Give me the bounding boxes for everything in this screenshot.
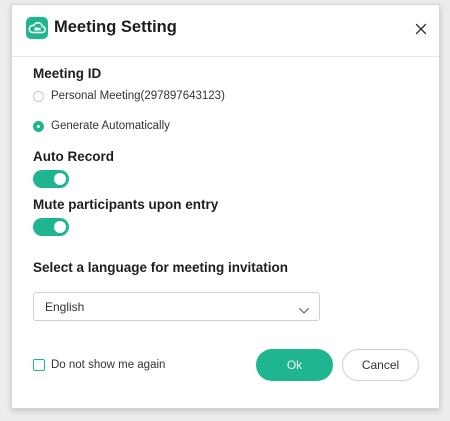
radio-generate-automatically-label: Generate Automatically [51, 120, 170, 132]
mute-on-entry-label: Mute participants upon entry [33, 197, 219, 212]
cloud-camera-icon [26, 17, 48, 39]
dialog-header: Meeting Setting [12, 5, 439, 57]
radio-generate-automatically[interactable]: Generate Automatically [33, 118, 170, 134]
radio-personal-meeting-label: Personal Meeting(297897643123) [51, 90, 225, 102]
dont-show-again-checkbox[interactable] [33, 359, 45, 371]
language-label: Select a language for meeting invitation [33, 260, 289, 275]
language-select[interactable]: English [33, 292, 320, 321]
meeting-setting-dialog: Meeting Setting Meeting ID Personal Meet… [11, 4, 440, 409]
language-selected-value: English [45, 300, 85, 314]
mute-on-entry-toggle[interactable] [33, 218, 69, 236]
dialog-title: Meeting Setting [54, 18, 177, 36]
toggle-knob [54, 173, 66, 185]
toggle-knob [54, 221, 66, 233]
dont-show-again-option[interactable]: Do not show me again [33, 359, 165, 371]
close-icon[interactable] [413, 21, 429, 37]
ok-button[interactable]: Ok [256, 349, 333, 381]
radio-personal-meeting[interactable]: Personal Meeting(297897643123) [33, 88, 225, 104]
dont-show-again-label: Do not show me again [51, 359, 166, 371]
chevron-down-icon [298, 302, 310, 314]
cancel-button[interactable]: Cancel [342, 349, 419, 381]
radio-button-selected[interactable] [33, 120, 44, 132]
meeting-id-label: Meeting ID [33, 66, 102, 81]
auto-record-toggle[interactable] [33, 170, 69, 188]
radio-button[interactable] [33, 90, 44, 102]
auto-record-label: Auto Record [33, 149, 114, 164]
